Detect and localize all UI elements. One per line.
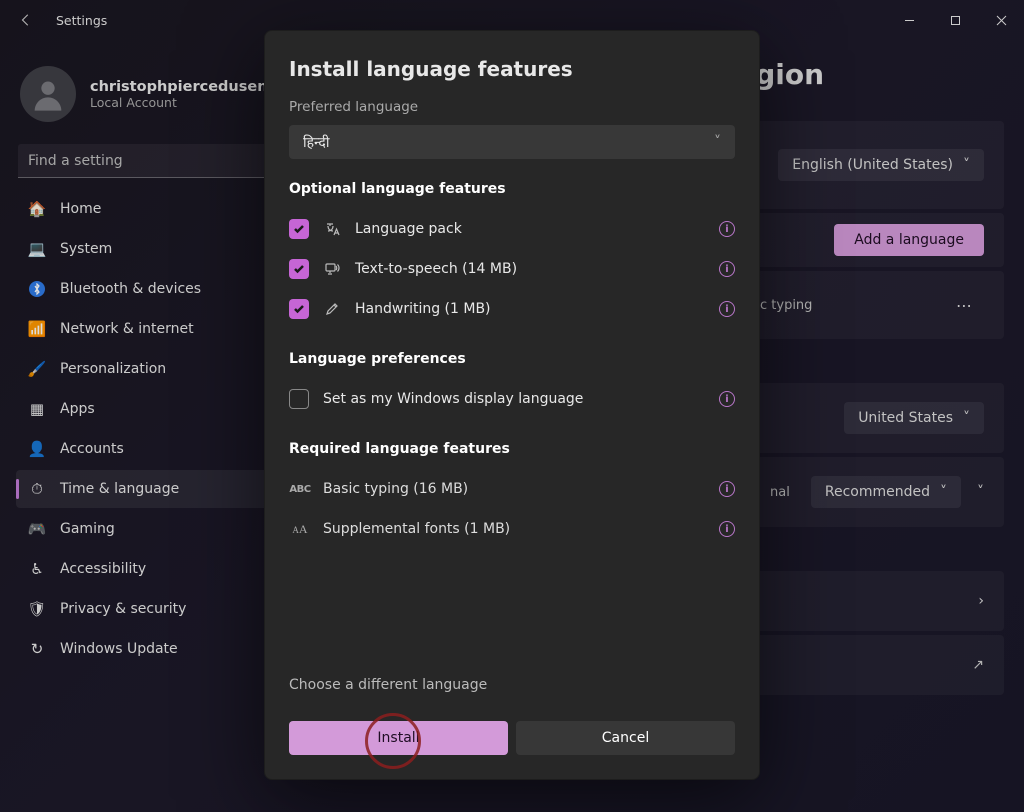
- feature-label: Handwriting (1 MB): [355, 301, 705, 317]
- feature-label: Supplemental fonts (1 MB): [323, 521, 705, 537]
- install-button[interactable]: Install: [289, 721, 508, 755]
- required-features-heading: Required language features: [289, 441, 735, 457]
- feature-checkbox[interactable]: [289, 299, 309, 319]
- display-language-checkbox-row[interactable]: Set as my Windows display language i: [289, 379, 735, 419]
- preferred-language-select[interactable]: हिन्दी ˅: [289, 125, 735, 159]
- settings-window: Settings christophpiercedusen Local Acco…: [0, 0, 1024, 812]
- feature-label: Basic typing (16 MB): [323, 481, 705, 497]
- info-icon[interactable]: i: [719, 301, 735, 317]
- info-icon[interactable]: i: [719, 391, 735, 407]
- dialog-footer: Install Cancel: [265, 701, 759, 779]
- feature-icon: AA: [291, 520, 309, 538]
- display-language-checkbox[interactable]: [289, 389, 309, 409]
- feature-icon: ABC: [291, 480, 309, 498]
- feature-checkbox[interactable]: [289, 259, 309, 279]
- preferred-language-value: हिन्दी: [303, 133, 329, 152]
- display-language-label: Set as my Windows display language: [323, 391, 705, 407]
- info-icon[interactable]: i: [719, 221, 735, 237]
- dialog-title: Install language features: [289, 57, 735, 81]
- required-feature-row: AA Supplemental fonts (1 MB) i: [289, 509, 735, 549]
- preferred-language-label: Preferred language: [289, 99, 735, 115]
- optional-features-list: Language packiText-to-speech (14 MB)iHan…: [289, 209, 735, 329]
- feature-icon: [323, 220, 341, 238]
- choose-different-language-link[interactable]: Choose a different language: [289, 677, 487, 693]
- feature-checkbox[interactable]: [289, 219, 309, 239]
- feature-icon: [323, 260, 341, 278]
- install-language-dialog: Install language features Preferred lang…: [264, 30, 760, 780]
- info-icon[interactable]: i: [719, 261, 735, 277]
- required-features-list: ABC Basic typing (16 MB) i AA Supplemental f…: [289, 469, 735, 549]
- chevron-down-icon: ˅: [714, 134, 721, 150]
- language-preferences-heading: Language preferences: [289, 351, 735, 367]
- feature-label: Text-to-speech (14 MB): [355, 261, 705, 277]
- optional-feature-row[interactable]: Handwriting (1 MB) i: [289, 289, 735, 329]
- optional-feature-row[interactable]: Text-to-speech (14 MB) i: [289, 249, 735, 289]
- info-icon[interactable]: i: [719, 521, 735, 537]
- cancel-button[interactable]: Cancel: [516, 721, 735, 755]
- optional-features-heading: Optional language features: [289, 181, 735, 197]
- optional-feature-row[interactable]: Language pack i: [289, 209, 735, 249]
- info-icon[interactable]: i: [719, 481, 735, 497]
- required-feature-row: ABC Basic typing (16 MB) i: [289, 469, 735, 509]
- feature-label: Language pack: [355, 221, 705, 237]
- feature-icon: [323, 300, 341, 318]
